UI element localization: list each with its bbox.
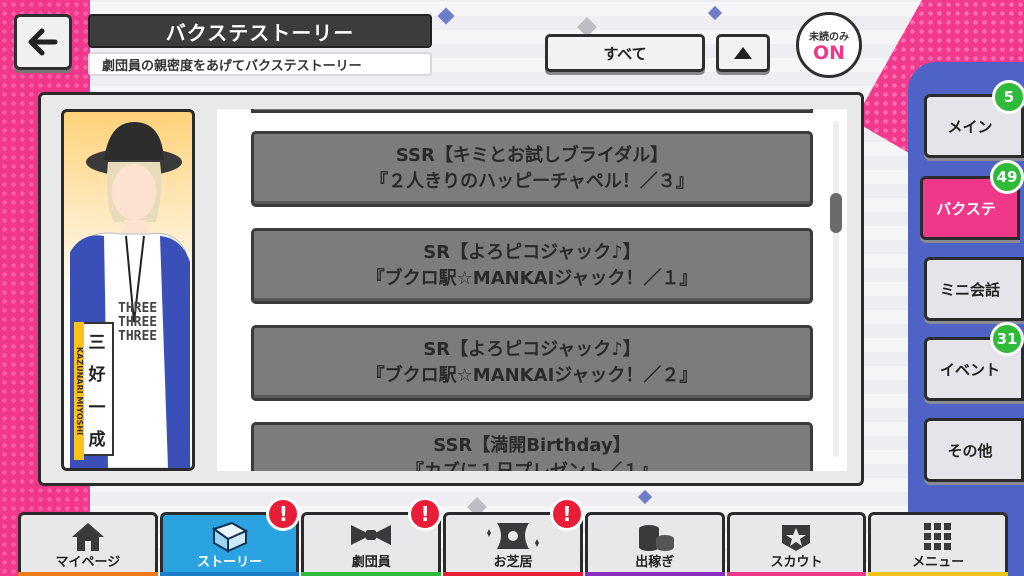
tab-backstage-badge: 49	[990, 160, 1024, 194]
coins-icon	[638, 525, 674, 551]
bottom-navigation: マイページ ストーリー ! 劇団員 ! お芝居 ! 出稼ぎ スカウト メニュー	[18, 497, 1009, 576]
page-title: バクステストーリー	[88, 14, 432, 48]
alert-badge: !	[549, 497, 584, 531]
nav-mypage-label: マイページ	[55, 555, 121, 570]
stage-curtain-icon	[487, 523, 540, 549]
nav-menu-label: メニュー	[912, 555, 965, 570]
nav-color-strip	[301, 572, 442, 576]
story-panel: THREE THREE THREE 三 好 一 成 KAZUNARI MIYOS…	[38, 92, 864, 486]
nav-story-label: ストーリー	[197, 555, 263, 570]
nav-color-strip	[868, 572, 1009, 576]
triangle-up-icon	[734, 47, 752, 59]
unread-toggle-value: ON	[812, 41, 846, 64]
nav-play[interactable]: お芝居 !	[443, 497, 584, 576]
character-name-tag: 三 好 一 成	[80, 322, 114, 456]
story-list[interactable]: SSR【キミとお試しブライダル】 『２人きりのハッピーチャペル！／３』 SR【よ…	[217, 109, 847, 471]
list-top-edge	[251, 109, 813, 113]
nav-color-strip	[18, 572, 158, 576]
nav-story[interactable]: ストーリー !	[159, 497, 301, 576]
alert-badge: !	[408, 497, 443, 531]
story-item[interactable]: SSR【満開Birthday】 『カズに１日プレゼント／１』	[251, 422, 813, 471]
nav-color-strip	[443, 572, 583, 576]
tab-event-badge: 31	[990, 322, 1024, 356]
story-item[interactable]: SR【よろピコジャック♪】 『ブクロ駅☆MANKAIジャック！／２』	[251, 325, 813, 401]
nav-troupe[interactable]: 劇団員 !	[301, 497, 443, 576]
nav-troupe-label: 劇団員	[351, 555, 391, 570]
tab-main-badge: 5	[992, 80, 1024, 114]
filter-button[interactable]: すべて	[545, 34, 705, 72]
house-icon	[71, 523, 104, 551]
unread-toggle-label: 未読のみ	[809, 31, 849, 43]
nav-scout[interactable]: スカウト	[726, 512, 867, 576]
tab-mini-talk[interactable]: ミニ会話	[924, 257, 1024, 321]
nav-menu[interactable]: メニュー	[868, 512, 1009, 576]
tab-other[interactable]: その他	[924, 418, 1024, 482]
nav-play-label: お芝居	[493, 555, 533, 570]
nav-scout-label: スカウト	[770, 555, 823, 570]
star-badge-icon	[782, 525, 811, 551]
book-icon	[211, 521, 248, 553]
alert-badge: !	[266, 497, 301, 531]
arrow-left-icon	[28, 28, 58, 56]
nav-work[interactable]: 出稼ぎ	[584, 512, 725, 576]
bowtie-icon	[351, 525, 392, 545]
page-subtitle: 劇団員の親密度をあげてバクステストーリー	[88, 52, 432, 76]
nav-mypage[interactable]: マイページ	[18, 512, 158, 576]
grid-icon	[924, 523, 952, 550]
back-button[interactable]	[14, 14, 72, 70]
character-card[interactable]: THREE THREE THREE 三 好 一 成 KAZUNARI MIYOS…	[61, 109, 195, 471]
scrollbar-track[interactable]	[833, 121, 839, 457]
nav-color-strip	[726, 572, 867, 576]
scrollbar-thumb[interactable]	[830, 193, 842, 233]
character-shirt-text: THREE THREE THREE	[118, 301, 158, 344]
character-name-romaji: KAZUNARI MIYOSHI	[74, 322, 84, 460]
sort-order-button[interactable]	[716, 34, 770, 72]
story-item[interactable]: SR【よろピコジャック♪】 『ブクロ駅☆MANKAIジャック！／１』	[251, 228, 813, 304]
story-item[interactable]: SSR【キミとお試しブライダル】 『２人きりのハッピーチャペル！／３』	[251, 131, 813, 207]
nav-color-strip	[159, 572, 300, 576]
nav-work-label: 出稼ぎ	[635, 555, 675, 570]
unread-only-toggle[interactable]: 未読のみ ON	[796, 12, 862, 78]
nav-color-strip	[584, 572, 725, 576]
